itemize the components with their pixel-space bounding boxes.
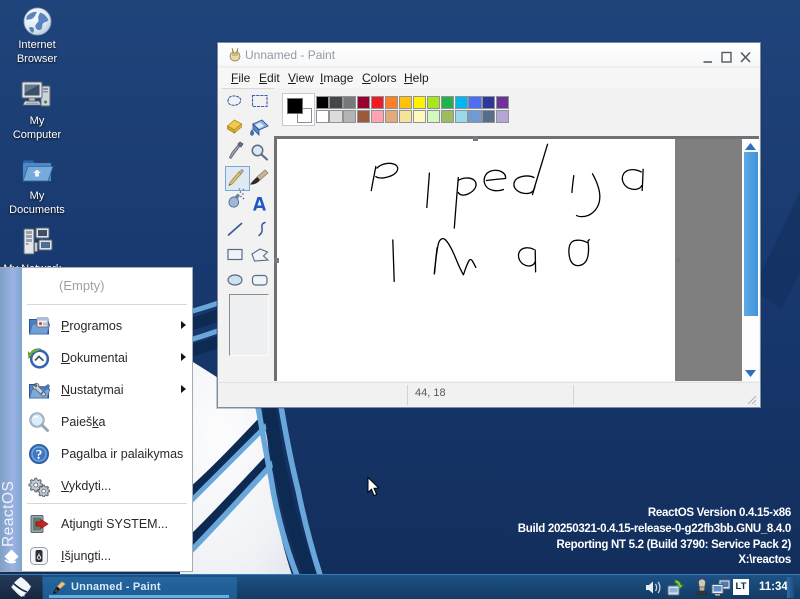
svg-text:?: ? [36,447,43,462]
